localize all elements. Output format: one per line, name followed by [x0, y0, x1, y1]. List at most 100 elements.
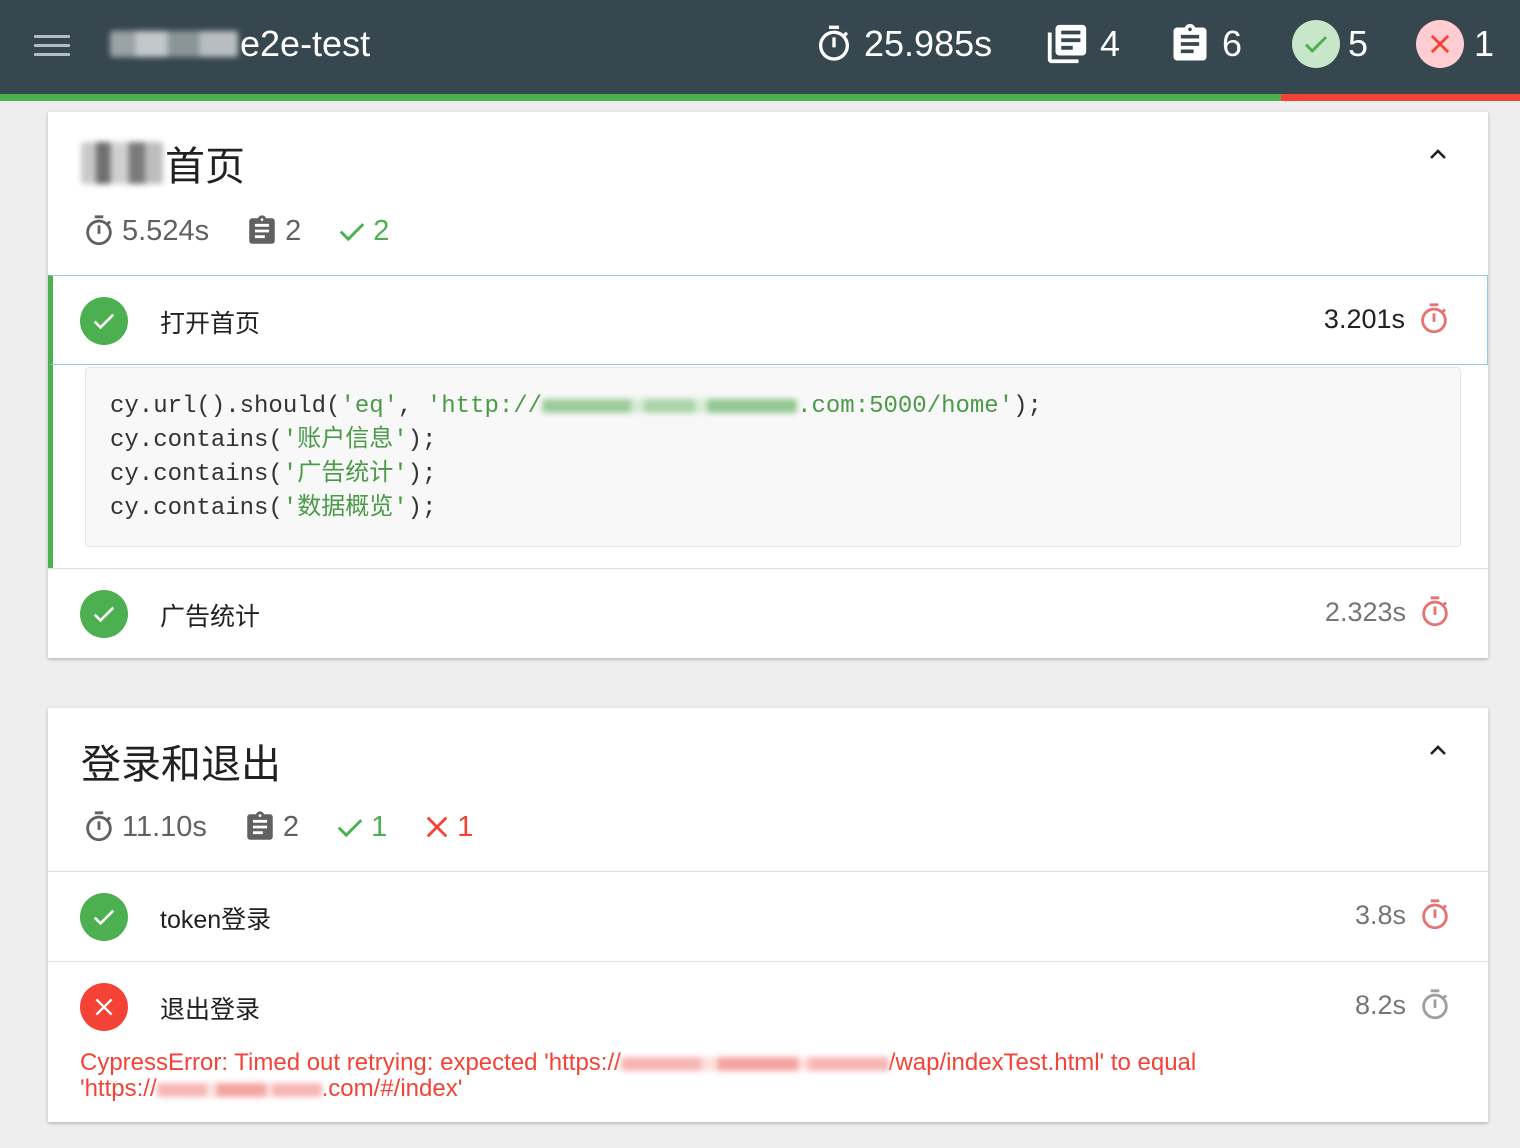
code-string: 'eq': [340, 393, 399, 420]
suite-passed-count: 2: [337, 215, 389, 248]
test-duration-value: 2.323s: [1324, 596, 1406, 627]
error-text: 'https://: [80, 1075, 157, 1102]
code-text: ,: [398, 393, 427, 420]
suite-tests-count: 2: [245, 214, 301, 248]
test-duration-value: 8.2s: [1354, 989, 1406, 1020]
stopwatch-icon: [86, 811, 112, 842]
clipboard-icon: [249, 215, 275, 244]
redacted-text: [620, 1056, 889, 1071]
test-error-message: CypressError: Timed out retrying: expect…: [80, 1050, 1460, 1102]
close-icon: [426, 816, 448, 838]
redacted-text: [81, 142, 163, 184]
check-icon: [339, 223, 365, 242]
stopwatch-icon: [1422, 899, 1448, 930]
collapse-button[interactable]: [1424, 140, 1452, 168]
tests-count[interactable]: 6: [1168, 22, 1242, 66]
suite-card: 登录和退出 11.10s 2 1 1 token登录 3.8s 退出登录 8.2…: [48, 708, 1488, 1122]
suite-passed-count: 1: [335, 811, 387, 844]
passed-count[interactable]: 5: [1292, 20, 1369, 68]
stopwatch-icon: [1422, 596, 1448, 627]
check-icon: [93, 606, 115, 623]
failed-count-value: 1: [1474, 23, 1495, 64]
suite-card: 首页 5.524s 2 2 打开首页 3.201s cy.url().shoul…: [48, 112, 1488, 658]
suite-duration-value: 11.10s: [122, 810, 207, 843]
library-books-icon: [1047, 24, 1087, 64]
test-status-passed: [80, 590, 128, 638]
suite-passed-count-value: 2: [373, 214, 390, 247]
code-string: .com:5000/home': [797, 393, 1014, 420]
suite-title: 登录和退出: [81, 732, 281, 790]
tests-count-value: 6: [1222, 23, 1243, 64]
code-text: cy.contains(: [110, 461, 283, 488]
code-string: '广告统计': [282, 461, 408, 488]
suite-failed-count: 1: [423, 811, 473, 844]
progress-passed: [0, 94, 1282, 101]
passed-badge: [1292, 20, 1340, 68]
suites-count[interactable]: 4: [1044, 22, 1120, 66]
test-status-failed: [80, 983, 128, 1031]
suite-tests-count-value: 2: [285, 214, 302, 247]
suite-tests-count-value: 2: [282, 810, 300, 843]
test-status-passed: [80, 297, 128, 345]
suite-tests-count: 2: [243, 810, 299, 844]
test-duration-value: 3.201s: [1323, 303, 1405, 334]
error-text: /wap/indexTest.html' to equal: [888, 1049, 1197, 1076]
test-duration: 8.2s: [1355, 988, 1452, 1022]
suite-title-text: 首页: [165, 145, 245, 189]
test-duration-value: 3.8s: [1354, 899, 1406, 930]
suite-failed-count-value: 1: [457, 810, 474, 843]
code-text: cy.url().should(: [110, 393, 341, 420]
passed-count-value: 5: [1348, 23, 1369, 64]
code-text: );: [407, 495, 437, 522]
test-row[interactable]: 广告统计 2.323s: [48, 568, 1488, 658]
suite-duration: 11.10s: [82, 810, 207, 844]
collapse-button[interactable]: [1424, 736, 1452, 764]
clipboard-icon: [247, 811, 273, 840]
report-header: e2e-test 25.985s 4 6 5 1: [0, 0, 1520, 94]
error-text: .com/#/index': [321, 1075, 463, 1102]
stopwatch-icon: [1422, 989, 1448, 1020]
progress-failed: [1281, 94, 1520, 101]
suite-title-text: 登录和退出: [81, 743, 281, 787]
code-string: '账户信息': [282, 427, 408, 454]
code-text: cy.contains(: [110, 495, 283, 522]
code-text: );: [407, 427, 437, 454]
test-code-panel: cy.url().should('eq', 'http:// .com:5000/…: [48, 365, 1488, 568]
test-duration: 3.8s: [1355, 898, 1452, 932]
suite-duration-value: 5.524s: [122, 214, 210, 247]
code-text: );: [407, 461, 437, 488]
test-name: 退出登录: [160, 996, 261, 1024]
suite-stats: 11.10s 2 1 1: [82, 810, 509, 844]
stopwatch-icon: [819, 25, 849, 61]
check-icon: [93, 313, 115, 330]
code-string: 'http://: [426, 393, 543, 420]
total-duration: 25.985s: [814, 22, 992, 66]
code-text: );: [1013, 393, 1042, 420]
test-duration: 2.323s: [1325, 595, 1452, 629]
test-row[interactable]: 打开首页 3.201s: [48, 275, 1488, 365]
redacted-text: [156, 1082, 322, 1097]
test-row[interactable]: 退出登录 8.2s CypressError: Timed out retryi…: [48, 961, 1488, 1122]
code-text: cy.contains(: [110, 427, 283, 454]
menu-icon[interactable]: [34, 33, 70, 59]
test-status-passed: [80, 893, 128, 941]
report-title-text: e2e-test: [240, 23, 371, 64]
redacted-text: [542, 398, 798, 413]
check-icon: [93, 909, 115, 926]
chevron-up-icon: [1430, 745, 1446, 755]
test-name: 广告统计: [160, 603, 261, 631]
suite-passed-count-value: 1: [371, 810, 388, 843]
check-icon: [1304, 36, 1328, 53]
chevron-up-icon: [1430, 149, 1446, 159]
suites-count-value: 4: [1100, 23, 1121, 64]
close-icon: [95, 998, 113, 1016]
test-row[interactable]: token登录 3.8s: [48, 871, 1488, 961]
error-text: CypressError: Timed out retrying: expect…: [80, 1049, 621, 1076]
failed-badge: [1416, 20, 1464, 68]
failed-count[interactable]: 1: [1416, 20, 1495, 68]
redacted-text: [110, 31, 238, 57]
report-title: e2e-test: [110, 22, 370, 66]
stopwatch-icon: [1421, 303, 1447, 334]
test-code: cy.url().should('eq', 'http:// .com:5000/…: [85, 367, 1461, 547]
code-string: '数据概览': [282, 495, 408, 522]
